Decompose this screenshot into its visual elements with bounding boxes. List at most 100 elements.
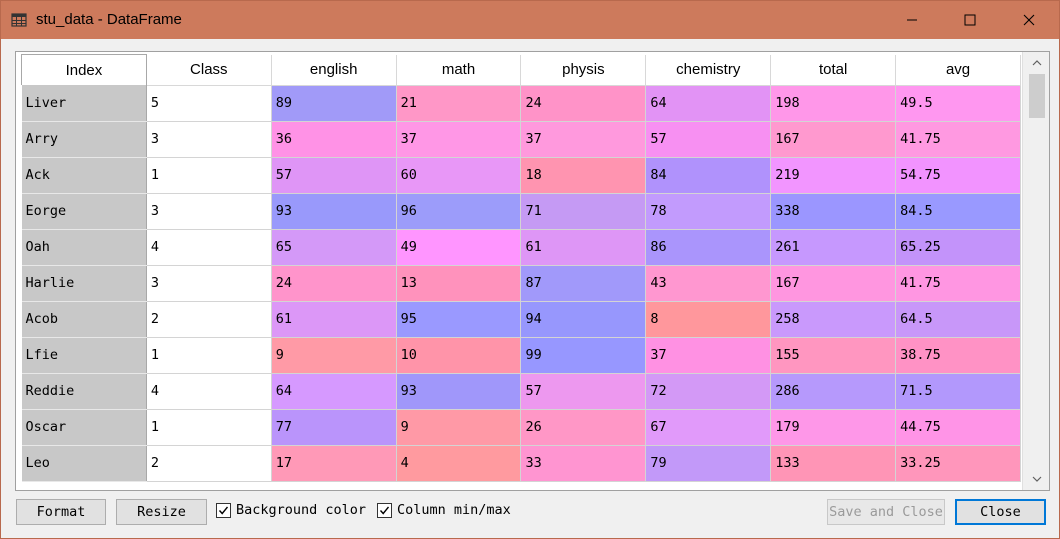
table-cell[interactable]: 95: [396, 301, 522, 338]
row-index-cell[interactable]: Ack: [21, 157, 147, 194]
table-row[interactable]: Arry 3 36 37 37 57 167 41.75: [21, 121, 1021, 158]
table-cell[interactable]: 71: [520, 193, 647, 230]
table-cell[interactable]: 94: [520, 301, 647, 338]
table-cell[interactable]: 21: [396, 85, 522, 122]
table-cell[interactable]: 77: [271, 409, 397, 446]
table-cell[interactable]: 10: [396, 337, 522, 374]
column-min-max-checkbox[interactable]: Column min/max: [377, 502, 511, 518]
row-index-cell[interactable]: Eorge: [21, 193, 147, 230]
checkbox-box[interactable]: [216, 502, 231, 518]
table-cell[interactable]: 2: [146, 445, 272, 482]
maximize-button[interactable]: [947, 1, 993, 39]
table-cell[interactable]: 3: [146, 193, 272, 230]
table-cell[interactable]: 179: [770, 409, 897, 446]
table-row[interactable]: Eorge 3 93 96 71 78 338 84.5: [21, 193, 1021, 230]
row-index-cell[interactable]: Leo: [21, 445, 147, 482]
table-cell[interactable]: 57: [645, 121, 772, 158]
table-cell[interactable]: 43: [645, 265, 772, 302]
row-index-cell[interactable]: Acob: [21, 301, 147, 338]
table-cell[interactable]: 3: [146, 265, 272, 302]
table-cell[interactable]: 9: [396, 409, 522, 446]
table-cell[interactable]: 67: [645, 409, 772, 446]
table-cell[interactable]: 33.25: [895, 445, 1021, 482]
table-cell[interactable]: 72: [645, 373, 772, 410]
table-cell[interactable]: 60: [396, 157, 522, 194]
scroll-down-button[interactable]: [1023, 468, 1049, 490]
table-cell[interactable]: 89: [271, 85, 397, 122]
close-button[interactable]: Close: [955, 499, 1046, 525]
table-cell[interactable]: 4: [146, 373, 272, 410]
table-row[interactable]: Harlie 3 24 13 87 43 167 41.75: [21, 265, 1021, 302]
table-cell[interactable]: 1: [146, 157, 272, 194]
table-row[interactable]: Ack 1 57 60 18 84 219 54.75: [21, 157, 1021, 194]
table-cell[interactable]: 54.75: [895, 157, 1021, 194]
table-cell[interactable]: 37: [396, 121, 522, 158]
window-close-button[interactable]: [1006, 1, 1052, 39]
scrollbar-thumb[interactable]: [1029, 74, 1045, 118]
table-cell[interactable]: 37: [520, 121, 647, 158]
table-cell[interactable]: 133: [770, 445, 897, 482]
table-cell[interactable]: 4: [146, 229, 272, 266]
table-cell[interactable]: 24: [271, 265, 397, 302]
table-row[interactable]: Reddie 4 64 93 57 72 286 71.5: [21, 373, 1021, 410]
table-cell[interactable]: 44.75: [895, 409, 1021, 446]
table-cell[interactable]: 64.5: [895, 301, 1021, 338]
title-bar[interactable]: stu_data - DataFrame: [1, 1, 1059, 39]
column-header-physis[interactable]: physis: [520, 54, 647, 86]
table-cell[interactable]: 155: [770, 337, 897, 374]
table-cell[interactable]: 13: [396, 265, 522, 302]
table-cell[interactable]: 261: [770, 229, 897, 266]
column-header-english[interactable]: english: [271, 54, 397, 86]
table-cell[interactable]: 65: [271, 229, 397, 266]
table-cell[interactable]: 9: [271, 337, 397, 374]
table-cell[interactable]: 4: [396, 445, 522, 482]
table-cell[interactable]: 38.75: [895, 337, 1021, 374]
row-index-cell[interactable]: Arry: [21, 121, 147, 158]
table-cell[interactable]: 286: [770, 373, 897, 410]
table-cell[interactable]: 49.5: [895, 85, 1021, 122]
row-index-cell[interactable]: Liver: [21, 85, 147, 122]
dataframe-grid-viewport[interactable]: Index Class english math physis chemistr…: [21, 54, 1021, 488]
table-cell[interactable]: 84.5: [895, 193, 1021, 230]
minimize-button[interactable]: [889, 1, 935, 39]
column-header-chemistry[interactable]: chemistry: [645, 54, 772, 86]
table-cell[interactable]: 219: [770, 157, 897, 194]
vertical-scrollbar[interactable]: [1022, 52, 1049, 490]
table-cell[interactable]: 338: [770, 193, 897, 230]
table-cell[interactable]: 87: [520, 265, 647, 302]
column-header-class[interactable]: Class: [146, 54, 272, 86]
table-cell[interactable]: 93: [396, 373, 522, 410]
row-index-cell[interactable]: Oscar: [21, 409, 147, 446]
table-cell[interactable]: 41.75: [895, 265, 1021, 302]
table-cell[interactable]: 64: [271, 373, 397, 410]
table-cell[interactable]: 167: [770, 121, 897, 158]
table-cell[interactable]: 84: [645, 157, 772, 194]
table-cell[interactable]: 18: [520, 157, 647, 194]
row-index-cell[interactable]: Oah: [21, 229, 147, 266]
table-cell[interactable]: 61: [520, 229, 647, 266]
row-index-cell[interactable]: Harlie: [21, 265, 147, 302]
background-color-checkbox[interactable]: Background color: [216, 502, 366, 518]
format-button[interactable]: Format: [16, 499, 106, 525]
table-cell[interactable]: 167: [770, 265, 897, 302]
row-index-cell[interactable]: Lfie: [21, 337, 147, 374]
table-cell[interactable]: 57: [271, 157, 397, 194]
table-cell[interactable]: 49: [396, 229, 522, 266]
table-cell[interactable]: 61: [271, 301, 397, 338]
table-row[interactable]: Liver 5 89 21 24 64 198 49.5: [21, 85, 1021, 122]
table-cell[interactable]: 5: [146, 85, 272, 122]
table-cell[interactable]: 64: [645, 85, 772, 122]
table-cell[interactable]: 71.5: [895, 373, 1021, 410]
table-row[interactable]: Lfie 1 9 10 99 37 155 38.75: [21, 337, 1021, 374]
table-cell[interactable]: 37: [645, 337, 772, 374]
table-cell[interactable]: 86: [645, 229, 772, 266]
table-cell[interactable]: 78: [645, 193, 772, 230]
checkbox-box[interactable]: [377, 502, 392, 518]
row-index-cell[interactable]: Reddie: [21, 373, 147, 410]
scroll-up-button[interactable]: [1023, 52, 1049, 74]
table-cell[interactable]: 36: [271, 121, 397, 158]
table-cell[interactable]: 8: [645, 301, 772, 338]
resize-button[interactable]: Resize: [116, 499, 207, 525]
table-row[interactable]: Oah 4 65 49 61 86 261 65.25: [21, 229, 1021, 266]
table-cell[interactable]: 57: [520, 373, 647, 410]
